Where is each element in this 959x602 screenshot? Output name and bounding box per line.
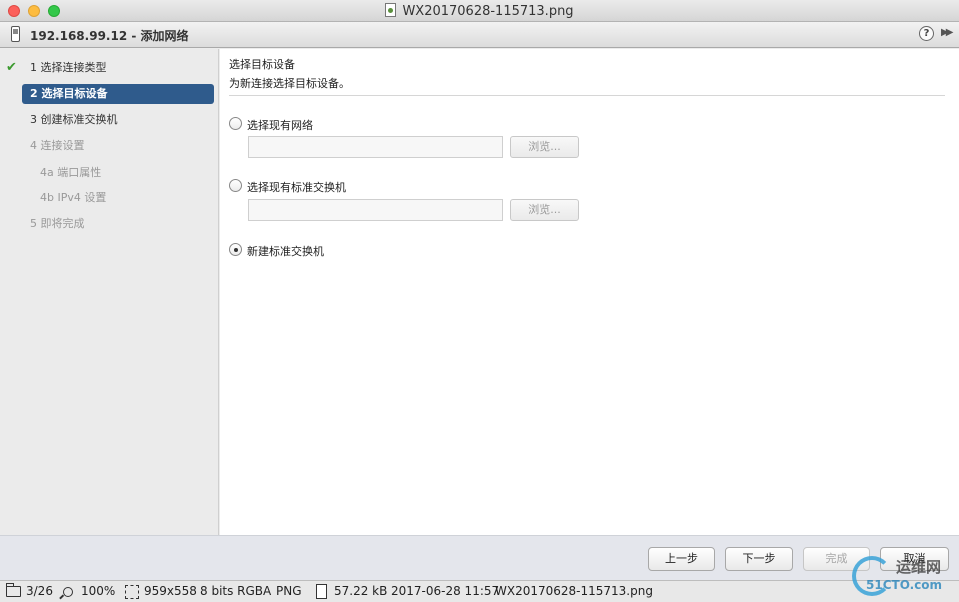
- check-icon: ✔: [6, 60, 17, 75]
- watermark-text: 运维网: [896, 558, 942, 576]
- host-icon: [11, 26, 20, 42]
- existing-switch-field[interactable]: [248, 199, 503, 221]
- option-label: 选择现有标准交换机: [247, 181, 346, 194]
- zoom-level: 100%: [81, 584, 116, 598]
- option-label: 新建标准交换机: [247, 245, 324, 258]
- zoom-icon[interactable]: [63, 587, 73, 597]
- folder-icon[interactable]: [5, 583, 21, 597]
- file-timestamp: 2017-06-28 11:57: [391, 584, 500, 598]
- step-label: 3 创建标准交换机: [30, 113, 118, 126]
- browse-switch-button[interactable]: 浏览...: [510, 199, 579, 221]
- image-index: 3/26: [26, 584, 53, 598]
- watermark-logo: 运维网 51CTO.com: [852, 556, 957, 600]
- step-select-connection-type[interactable]: ✔ 1 选择连接类型: [6, 58, 214, 78]
- browse-network-button[interactable]: 浏览...: [510, 136, 579, 158]
- color-depth: 8 bits RGBA: [200, 584, 272, 598]
- radio-existing-network[interactable]: [229, 117, 242, 130]
- dialog-header: 192.168.99.12 - 添加网络 ? ▶▶: [0, 22, 959, 48]
- wizard-footer: 上一步 下一步 完成 取消: [0, 535, 959, 580]
- file-size: 57.22 kB: [334, 584, 388, 598]
- window-title-bar: WX20170628-115713.png: [0, 0, 959, 22]
- existing-network-field[interactable]: [248, 136, 503, 158]
- window-title: WX20170628-115713.png: [0, 3, 959, 19]
- step-label: 4a 端口属性: [40, 166, 102, 179]
- step-label: 4b IPv4 设置: [40, 191, 107, 204]
- step-ipv4-settings: 4b IPv4 设置: [32, 188, 224, 208]
- window-title-text: WX20170628-115713.png: [402, 4, 574, 19]
- viewer-status-bar: 3/26 100% 959x558 8 bits RGBA PNG 57.22 …: [0, 580, 959, 602]
- back-button[interactable]: 上一步: [648, 547, 715, 571]
- radio-existing-standard-switch[interactable]: [229, 179, 242, 192]
- dimensions-icon: [125, 585, 139, 599]
- image-file-icon: [385, 3, 397, 17]
- step-select-target-device[interactable]: 2 选择目标设备: [22, 84, 214, 104]
- watermark-subtext: 51CTO.com: [866, 578, 943, 592]
- next-button[interactable]: 下一步: [725, 547, 793, 571]
- document-icon: [316, 584, 327, 599]
- file-name: WX20170628-115713.png: [495, 584, 653, 598]
- image-format: PNG: [276, 584, 302, 598]
- step-ready-to-complete: 5 即将完成: [22, 214, 214, 234]
- radio-new-standard-switch[interactable]: [229, 243, 242, 256]
- expand-icon[interactable]: ▶▶: [941, 27, 954, 38]
- dialog-title: 192.168.99.12 - 添加网络: [30, 29, 189, 43]
- divider: [229, 95, 945, 96]
- step-label: 4 连接设置: [30, 139, 85, 152]
- option-label: 选择现有网络: [247, 119, 313, 132]
- step-label: 2 选择目标设备: [30, 87, 108, 100]
- step-connection-settings: 4 连接设置: [22, 136, 214, 156]
- wizard-step-nav: ✔ 1 选择连接类型 2 选择目标设备 3 创建标准交换机 4 连接设置 4a …: [0, 49, 219, 535]
- step-port-properties: 4a 端口属性: [32, 163, 224, 183]
- image-dimensions: 959x558: [144, 584, 197, 598]
- page-title: 选择目标设备: [229, 58, 295, 71]
- page-subtitle: 为新连接选择目标设备。: [229, 77, 350, 90]
- wizard-content: 选择目标设备 为新连接选择目标设备。 选择现有网络 浏览... 选择现有标准交换…: [220, 49, 959, 535]
- step-label: 1 选择连接类型: [30, 61, 107, 74]
- step-label: 5 即将完成: [30, 217, 85, 230]
- step-create-standard-switch[interactable]: 3 创建标准交换机: [22, 110, 214, 130]
- help-icon[interactable]: ?: [919, 26, 934, 41]
